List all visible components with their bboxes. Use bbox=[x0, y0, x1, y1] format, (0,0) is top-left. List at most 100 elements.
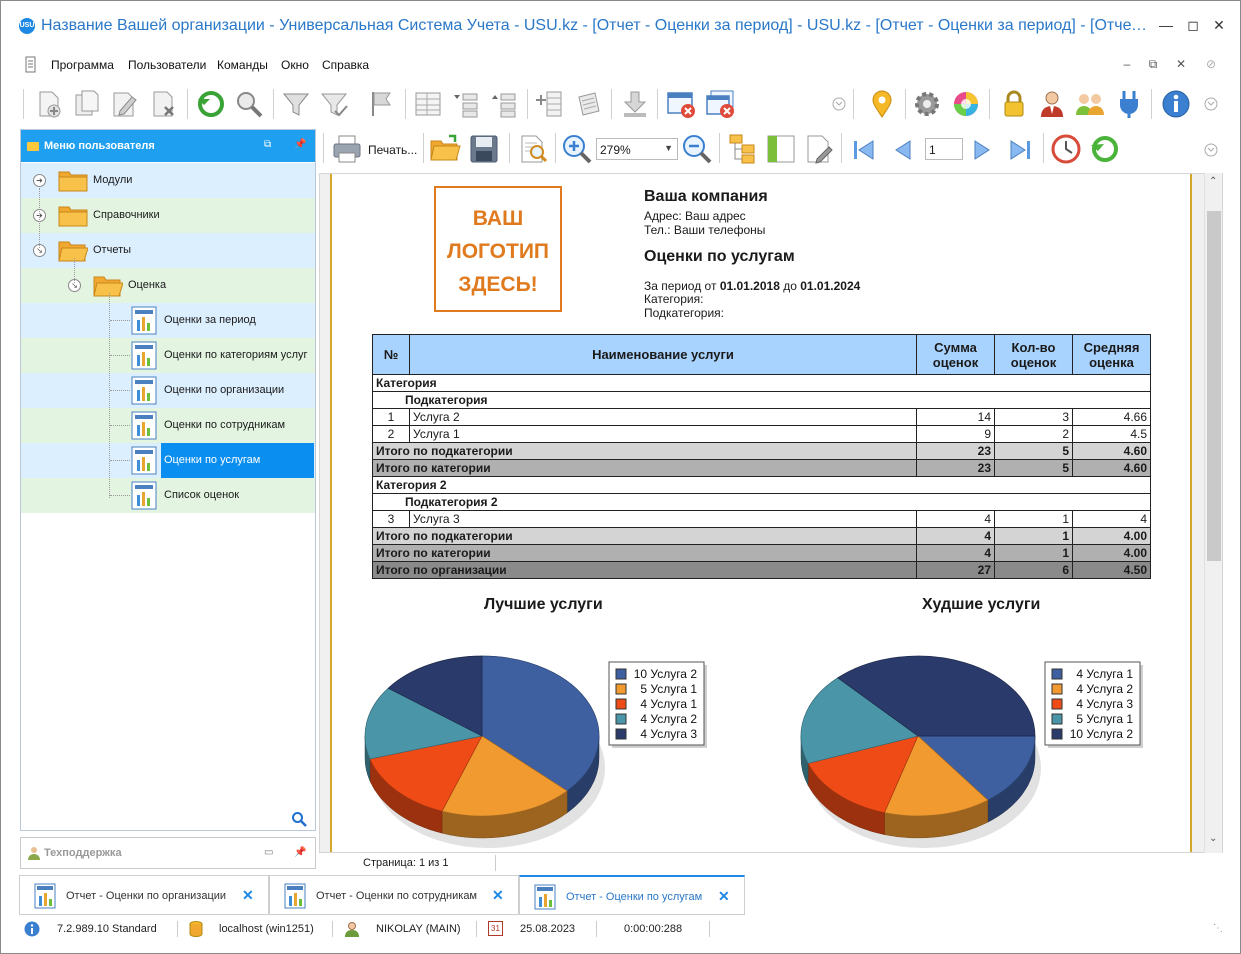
plugin-connect-icon[interactable] bbox=[1114, 89, 1144, 119]
company-name: Ваша компания bbox=[644, 188, 768, 205]
subtotal-subcategory-row: Итого по подкатегории 4 1 4.00 bbox=[372, 527, 1151, 545]
search-icon[interactable] bbox=[291, 811, 307, 827]
refresh-report-icon[interactable] bbox=[1089, 133, 1121, 165]
tree-item-modules[interactable]: ➜ Модули bbox=[21, 163, 315, 198]
close-tab-icon[interactable]: ✕ bbox=[242, 887, 254, 904]
print-icon[interactable] bbox=[331, 133, 363, 165]
tab-report-organization[interactable]: Отчет - Оценки по организации ✕ bbox=[19, 875, 269, 915]
mdi-restore-button[interactable]: ⧉ bbox=[1145, 57, 1161, 72]
minimize-button[interactable]: — bbox=[1156, 15, 1176, 35]
tree-item-report-organization[interactable]: Оценки по организации bbox=[21, 373, 315, 408]
menu-grip-icon bbox=[25, 56, 36, 73]
report-category: Категория: bbox=[644, 292, 704, 306]
delete-record-icon[interactable] bbox=[149, 89, 179, 119]
search-icon[interactable] bbox=[234, 89, 264, 119]
close-tab-icon[interactable]: ✕ bbox=[718, 888, 730, 905]
float-panel-button[interactable]: ▭ bbox=[264, 847, 273, 858]
tree-item-report-services[interactable]: Оценки по услугам bbox=[21, 443, 315, 478]
save-icon[interactable] bbox=[468, 133, 500, 165]
report-table: № Наименование услуги Сумма оценок Кол-в… bbox=[372, 334, 1151, 579]
zoom-out-icon[interactable] bbox=[681, 133, 713, 165]
tree-expand-icon[interactable] bbox=[451, 89, 481, 119]
clock-icon[interactable] bbox=[1050, 133, 1082, 165]
server-text: localhost (win1251) bbox=[219, 923, 314, 935]
page-setup-icon[interactable] bbox=[803, 133, 835, 165]
filter-apply-icon[interactable] bbox=[319, 89, 349, 119]
tree-collapse-icon[interactable] bbox=[489, 89, 519, 119]
zoom-in-icon[interactable] bbox=[561, 133, 593, 165]
download-icon[interactable] bbox=[620, 89, 650, 119]
tree-item-report-list[interactable]: Список оценок bbox=[21, 478, 315, 513]
menu-window[interactable]: Окно bbox=[281, 58, 309, 72]
close-all-windows-icon[interactable] bbox=[705, 89, 735, 119]
scroll-thumb[interactable] bbox=[1207, 211, 1221, 561]
float-panel-button[interactable]: ⧉ bbox=[264, 139, 271, 150]
info-icon[interactable] bbox=[1161, 89, 1191, 119]
close-window-button[interactable]: ✕ bbox=[1209, 15, 1229, 35]
report-icon bbox=[534, 884, 556, 910]
mdi-close-button[interactable]: ✕ bbox=[1173, 57, 1189, 71]
previous-page-icon[interactable] bbox=[890, 137, 916, 163]
pin-panel-button[interactable]: 📌 bbox=[294, 847, 306, 858]
toolbar-more-icon[interactable] bbox=[831, 96, 847, 112]
user-admin-icon[interactable] bbox=[1037, 89, 1067, 119]
page-view-icon[interactable] bbox=[765, 133, 797, 165]
open-folder-icon bbox=[58, 241, 88, 262]
scroll-down-icon[interactable]: ⌄ bbox=[1209, 833, 1217, 844]
copy-record-icon[interactable] bbox=[72, 89, 102, 119]
tree-item-reports[interactable]: ↘ Отчеты bbox=[21, 233, 315, 268]
toolbar-overflow-icon[interactable] bbox=[1203, 96, 1219, 112]
filter-icon[interactable] bbox=[281, 89, 311, 119]
next-page-icon[interactable] bbox=[969, 137, 995, 163]
scroll-up-icon[interactable]: ⌃ bbox=[1209, 176, 1217, 187]
report-status-bar: Страница: 1 из 1 bbox=[319, 853, 1239, 873]
report-viewport[interactable]: ВАШ ЛОГОТИП ЗДЕСЬ! Ваша компания Адрес: … bbox=[319, 173, 1223, 853]
document-map-icon[interactable] bbox=[727, 133, 759, 165]
tree-item-report-employees[interactable]: Оценки по сотрудникам bbox=[21, 408, 315, 443]
menu-program[interactable]: Программа bbox=[51, 58, 114, 72]
first-page-icon[interactable] bbox=[851, 137, 877, 163]
location-pin-icon[interactable] bbox=[867, 89, 897, 119]
tree-item-directories[interactable]: ➜ Справочники bbox=[21, 198, 315, 233]
find-in-report-icon[interactable] bbox=[517, 133, 549, 165]
expand-icon[interactable]: ➜ bbox=[33, 174, 46, 187]
menu-help[interactable]: Справка bbox=[322, 58, 369, 72]
open-folder-icon bbox=[93, 276, 123, 297]
report-icon bbox=[131, 306, 157, 335]
page-number-input[interactable]: 1 bbox=[925, 138, 963, 160]
group-columns-icon[interactable] bbox=[413, 89, 443, 119]
open-file-icon[interactable] bbox=[429, 133, 461, 165]
tab-report-employees[interactable]: Отчет - Оценки по сотрудникам ✕ bbox=[269, 875, 519, 915]
color-theme-icon[interactable] bbox=[951, 89, 981, 119]
tree-item-report-categories[interactable]: Оценки по категориям услуг bbox=[21, 338, 315, 373]
users-group-icon[interactable] bbox=[1075, 89, 1105, 119]
settings-gear-icon[interactable] bbox=[912, 89, 942, 119]
menu-users[interactable]: Пользователи bbox=[128, 58, 206, 72]
lock-icon[interactable] bbox=[999, 89, 1029, 119]
close-tab-icon[interactable]: ✕ bbox=[492, 887, 504, 904]
tree-label: Оценки по организации bbox=[164, 384, 285, 396]
report-toolbar-more-icon[interactable] bbox=[1203, 142, 1219, 158]
mdi-minimize-button[interactable]: – bbox=[1119, 57, 1135, 71]
close-window-icon[interactable] bbox=[666, 89, 696, 119]
tree-item-report-period[interactable]: Оценки за период bbox=[21, 303, 315, 338]
notes-icon[interactable] bbox=[573, 89, 603, 119]
chart-title-best: Лучшие услуги bbox=[484, 596, 603, 613]
menu-expand-icon[interactable]: ⊘ bbox=[1203, 57, 1219, 71]
print-button[interactable]: Печать... bbox=[368, 143, 417, 157]
maximize-button[interactable]: ◻ bbox=[1183, 15, 1203, 35]
report-vertical-scrollbar[interactable]: ⌃ ⌄ bbox=[1204, 173, 1222, 853]
tree-item-rating[interactable]: ↘ Оценка bbox=[21, 268, 315, 303]
refresh-icon[interactable] bbox=[196, 89, 226, 119]
add-column-icon[interactable] bbox=[535, 89, 565, 119]
edit-record-icon[interactable] bbox=[110, 89, 140, 119]
support-panel[interactable]: Техподдержка ▭ 📌 bbox=[20, 837, 316, 869]
tab-report-services[interactable]: Отчет - Оценки по услугам ✕ bbox=[519, 875, 745, 915]
pin-panel-button[interactable]: 📌 bbox=[294, 139, 306, 150]
new-record-icon[interactable] bbox=[34, 89, 64, 119]
last-page-icon[interactable] bbox=[1007, 137, 1033, 163]
menu-commands[interactable]: Команды bbox=[217, 58, 268, 72]
flag-icon[interactable] bbox=[367, 89, 397, 119]
zoom-select[interactable]: 279% ▼ bbox=[596, 138, 678, 160]
resize-grip-icon[interactable]: ⋱ bbox=[1213, 923, 1223, 934]
